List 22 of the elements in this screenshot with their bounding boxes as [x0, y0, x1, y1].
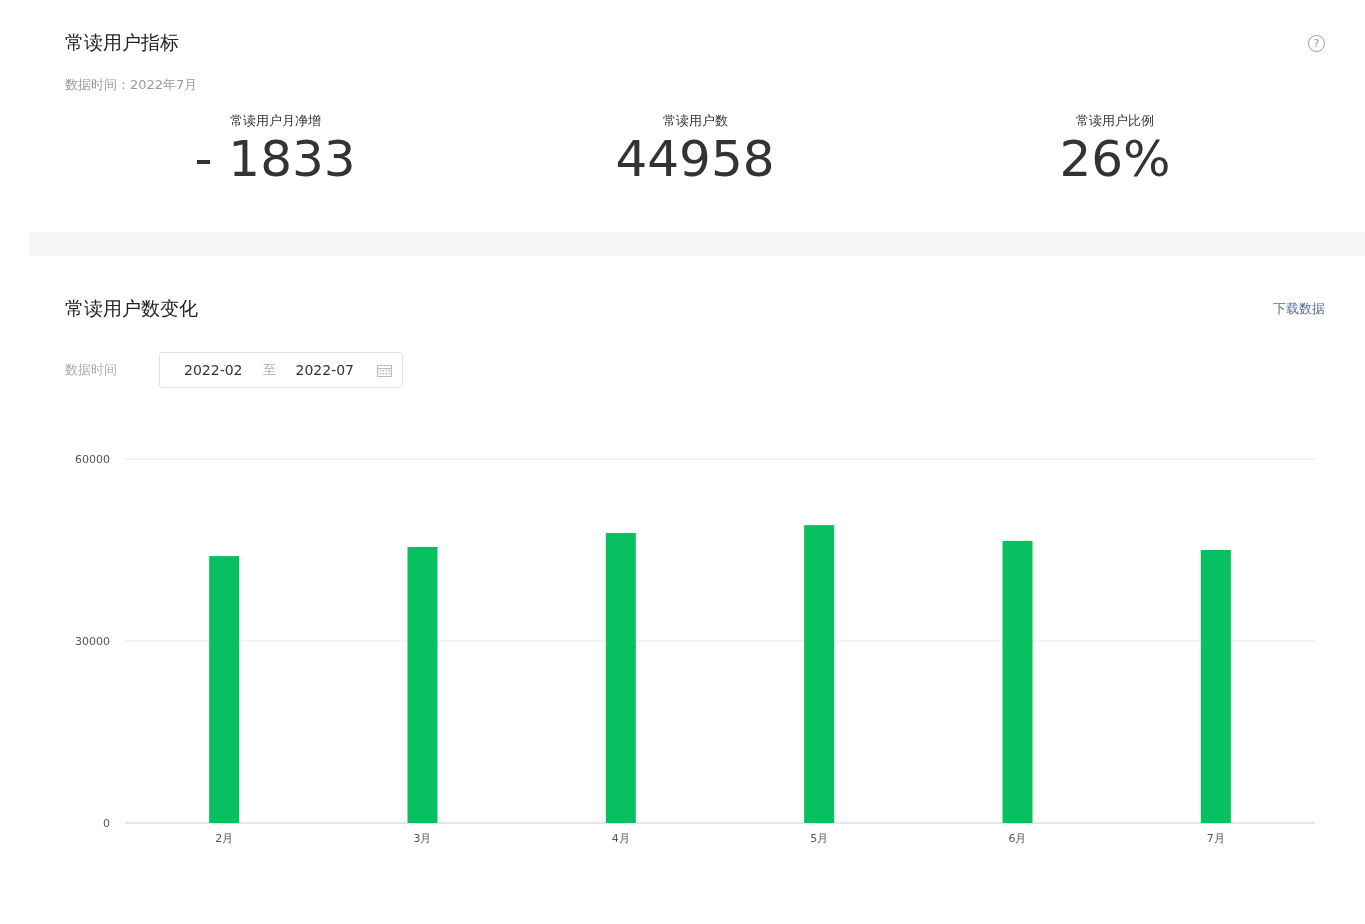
metric-value: 44958: [615, 130, 775, 188]
x-tick-label: 5月: [810, 832, 829, 845]
metric-label: 常读用户数: [662, 112, 728, 130]
metric-value: 26%: [1059, 130, 1171, 188]
x-tick-label: 6月: [1008, 832, 1027, 845]
x-tick-label: 3月: [413, 832, 432, 845]
x-tick-label: 7月: [1206, 832, 1225, 845]
date-range-field[interactable]: 2022-02 至 2022-07: [159, 352, 403, 388]
filter-label: 数据时间: [65, 361, 118, 379]
metric-label: 常读用户月净增: [229, 112, 321, 130]
metric-value: - 1833: [194, 130, 356, 188]
calendar-icon[interactable]: [377, 363, 392, 377]
panel-title: 常读用户数变化: [65, 296, 198, 321]
y-tick-label: 30000: [75, 635, 110, 648]
y-tick-label: 60000: [75, 453, 110, 466]
data-time: 数据时间：2022年7月: [65, 76, 199, 94]
x-tick-label: 2月: [215, 832, 234, 845]
panel-title: 常读用户指标: [65, 30, 179, 55]
y-tick-label: 0: [103, 817, 110, 830]
metric-label: 常读用户比例: [1076, 112, 1154, 130]
x-tick-label: 4月: [611, 832, 630, 845]
download-link[interactable]: 下载数据: [1273, 300, 1325, 318]
